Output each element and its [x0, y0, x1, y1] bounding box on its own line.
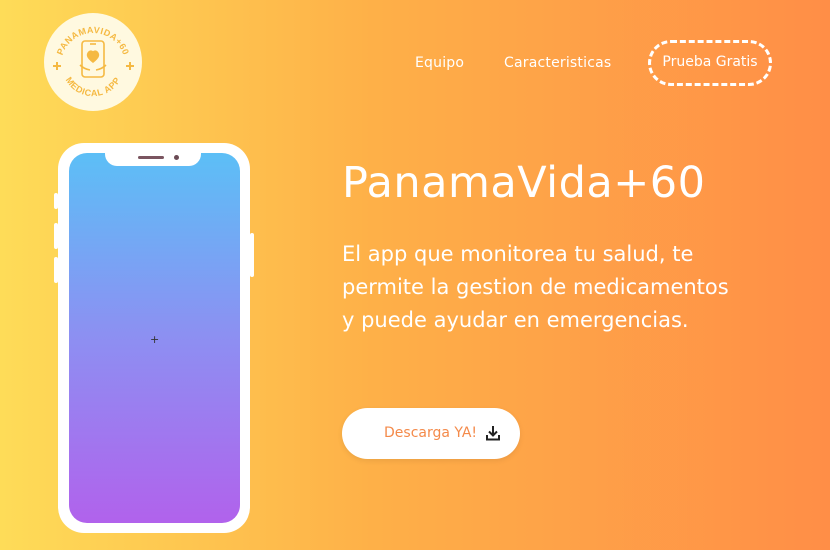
phone-camera [174, 155, 179, 160]
phone-mockup: + [54, 143, 254, 533]
nav-item-caracteristicas[interactable]: Caracteristicas [504, 55, 611, 71]
brand-logo[interactable]: PANAMAVIDA+60 MEDICAL APP [44, 13, 142, 111]
phone-power-button [250, 233, 254, 277]
phone-volume-down [54, 257, 58, 283]
hero-title: PanamaVida+60 [342, 158, 706, 208]
phone-side-button [54, 193, 58, 209]
free-trial-button[interactable]: Prueba Gratis [648, 40, 772, 86]
logo-badge: PANAMAVIDA+60 MEDICAL APP [53, 25, 134, 98]
download-button-label: Descarga YA! [384, 425, 478, 441]
download-button[interactable]: Descarga YA! [342, 408, 520, 459]
download-icon [486, 426, 500, 441]
phone-notch [105, 143, 201, 166]
hero-subtitle: El app que monitorea tu salud, te permit… [342, 242, 729, 332]
phone-screen: + [69, 153, 240, 523]
logo-plus-right [126, 62, 134, 70]
phone-with-heart-hands-icon [79, 40, 107, 78]
phone-speaker [138, 156, 164, 159]
cursor-crosshair-icon: + [150, 333, 160, 346]
phone-volume-up [54, 223, 58, 249]
nav-item-equipo[interactable]: Equipo [415, 55, 464, 71]
logo-plus-left [53, 62, 61, 70]
logo-text-bottom: MEDICAL APP [64, 75, 122, 98]
svg-text:MEDICAL APP: MEDICAL APP [64, 75, 123, 98]
